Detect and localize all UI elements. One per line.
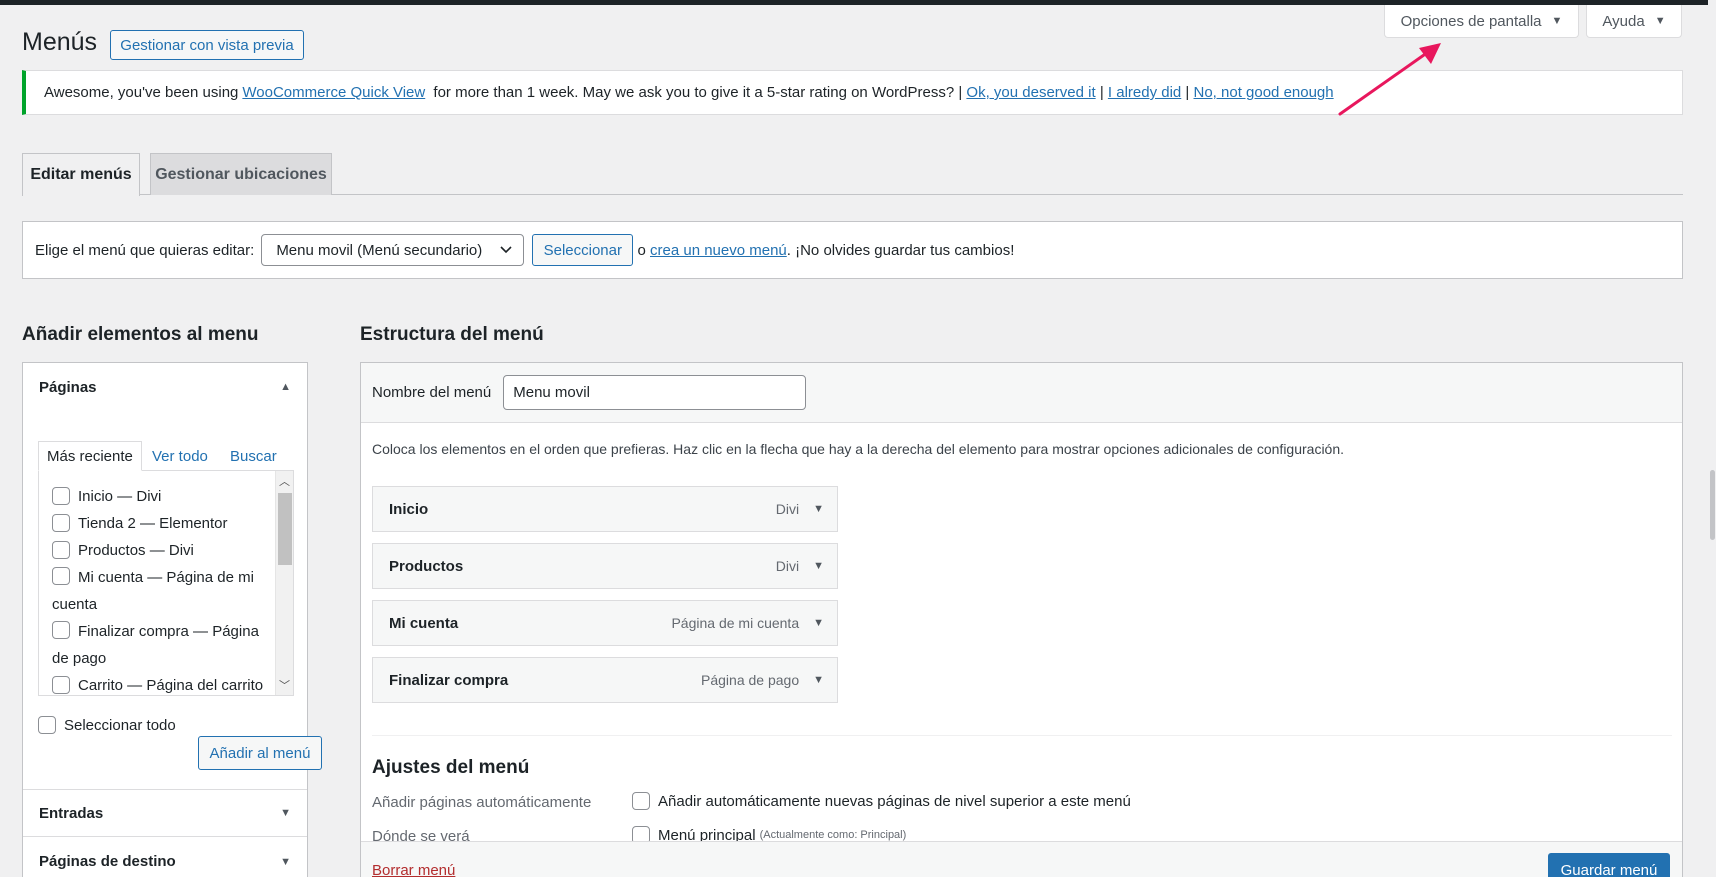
notice-text: for more than 1 week. May we ask you to … [429, 84, 967, 101]
posts-accordion-title: Entradas [39, 804, 104, 822]
add-items-panel: Páginas ▲ Más reciente Ver todo Buscar I… [22, 362, 322, 877]
help-button[interactable]: Ayuda ▼ [1586, 5, 1682, 38]
menu-structure-panel: Nombre del menú Menu movil Coloca los el… [360, 362, 1683, 877]
menu-name-label: Nombre del menú [372, 384, 492, 401]
list-item[interactable]: Inicio — Divi [39, 483, 293, 510]
subtab-recent[interactable]: Más reciente [38, 441, 142, 471]
notice-no-link[interactable]: No, not good enough [1194, 84, 1334, 101]
menu-instructions: Coloca los elementos en el orden que pre… [372, 441, 1345, 457]
select-all-label: Seleccionar todo [64, 716, 176, 734]
select-label: Elige el menú que quieras editar: [35, 241, 255, 259]
list-item[interactable]: Productos — Divi [39, 537, 293, 564]
menu-select[interactable]: Menu movil (Menú secundario) [261, 234, 525, 266]
notice-separator: | [1181, 84, 1194, 101]
tab-manage-locations[interactable]: Gestionar ubicaciones [150, 153, 332, 195]
menu-select-bar: Elige el menú que quieras editar: Menu m… [22, 221, 1683, 279]
notice-already-link[interactable]: I alredy did [1108, 84, 1181, 101]
screen-options-button[interactable]: Opciones de pantalla ▼ [1384, 5, 1579, 38]
notice-ok-link[interactable]: Ok, you deserved it [966, 84, 1095, 101]
add-items-heading: Añadir elementos al menu [22, 324, 259, 345]
auto-add-row[interactable]: Añadir automáticamente nuevas páginas de… [632, 792, 1131, 810]
auto-add-option: Añadir automáticamente nuevas páginas de… [658, 792, 1131, 810]
caret-down-icon: ▼ [1654, 15, 1666, 27]
menu-name-input[interactable]: Menu movil [503, 375, 807, 410]
caret-down-icon[interactable]: ▼ [813, 503, 824, 515]
list-item[interactable]: Mi cuenta — Página de mi cuenta [39, 564, 293, 618]
select-button[interactable]: Seleccionar [532, 234, 634, 266]
notice-separator: | [1095, 84, 1108, 101]
page-checkbox[interactable] [52, 676, 70, 694]
menu-select-value: Menu movil (Menú secundario) [276, 241, 483, 259]
landing-accordion-header[interactable]: Páginas de destino ▼ [23, 838, 307, 877]
subtab-search[interactable]: Buscar [230, 441, 277, 471]
nav-tabs: Editar menús Gestionar ubicaciones [22, 153, 1683, 196]
list-item[interactable]: Carrito — Página del carrito [39, 672, 293, 695]
add-to-menu-button[interactable]: Añadir al menú [198, 736, 322, 770]
menu-item[interactable]: Mi cuenta Página de mi cuenta ▼ [372, 600, 838, 646]
caret-up-icon[interactable]: ▲ [280, 381, 291, 393]
pages-accordion-title: Páginas [39, 378, 97, 396]
screen-options-label: Opciones de pantalla [1400, 12, 1542, 30]
select-text-or: o [633, 241, 650, 259]
landing-accordion-title: Páginas de destino [39, 853, 176, 870]
list-item[interactable]: Finalizar compra — Página de pago [39, 618, 293, 672]
delete-menu-link[interactable]: Borrar menú [372, 862, 455, 877]
select-all-row[interactable]: Seleccionar todo [38, 716, 176, 734]
menu-structure-heading: Estructura del menú [360, 324, 544, 345]
select-reminder: . ¡No olvides guardar tus cambios! [786, 241, 1015, 259]
caret-down-icon[interactable]: ▼ [280, 856, 291, 868]
page-checkbox[interactable] [52, 621, 70, 639]
caret-down-icon: ▼ [1551, 15, 1563, 27]
select-all-checkbox[interactable] [38, 716, 56, 734]
create-menu-link[interactable]: crea un nuevo menú [650, 242, 787, 259]
page-checkbox[interactable] [52, 567, 70, 585]
location-note: (Actualmente como: Principal) [759, 829, 907, 841]
menu-settings-heading: Ajustes del menú [372, 757, 530, 778]
subtab-all[interactable]: Ver todo [152, 441, 208, 471]
menu-item[interactable]: Productos Divi ▼ [372, 543, 838, 589]
manage-preview-button[interactable]: Gestionar con vista previa [110, 30, 304, 60]
chevron-down-icon [500, 246, 512, 254]
pages-checklist: Inicio — Divi Tienda 2 — Elementor Produ… [38, 470, 294, 696]
caret-down-icon[interactable]: ▼ [813, 674, 824, 686]
menu-item[interactable]: Finalizar compra Página de pago ▼ [372, 657, 838, 703]
list-item[interactable]: Tienda 2 — Elementor [39, 510, 293, 537]
auto-add-label: Añadir páginas automáticamente [372, 794, 592, 811]
help-label: Ayuda [1602, 12, 1645, 30]
page-title: Menús [22, 28, 98, 56]
caret-down-icon[interactable]: ▼ [813, 617, 824, 629]
divider [372, 735, 1672, 736]
posts-accordion-header[interactable]: Entradas ▼ [23, 789, 307, 837]
tab-edit-menus[interactable]: Editar menús [22, 153, 140, 196]
caret-down-icon[interactable]: ▼ [280, 807, 291, 819]
menu-footer: Borrar menú Guardar menú [361, 841, 1682, 877]
menu-item[interactable]: Inicio Divi ▼ [372, 486, 838, 532]
auto-add-checkbox[interactable] [632, 792, 650, 810]
page-checkbox[interactable] [52, 487, 70, 505]
pages-subtabs: Más reciente Ver todo Buscar [38, 441, 294, 471]
page-checkbox[interactable] [52, 541, 70, 559]
pages-accordion-header[interactable]: Páginas ▲ [23, 363, 307, 411]
page-scrollbar-thumb[interactable] [1710, 470, 1715, 540]
menu-name-row: Nombre del menú Menu movil [361, 363, 1682, 423]
notice-plugin-link[interactable]: WooCommerce Quick View [242, 84, 425, 101]
annotation-arrow-icon [1338, 43, 1441, 116]
scroll-up-icon[interactable]: ︿ [276, 473, 293, 489]
save-menu-button[interactable]: Guardar menú [1548, 853, 1670, 877]
page-scrollbar[interactable] [1708, 0, 1716, 877]
caret-down-icon[interactable]: ▼ [813, 560, 824, 572]
notice-text: Awesome, you've been using [44, 84, 239, 101]
scrollbar-thumb[interactable] [278, 493, 292, 565]
scroll-down-icon[interactable]: ﹀ [276, 677, 293, 693]
page-checkbox[interactable] [52, 514, 70, 532]
pages-scrollbar[interactable]: ︿ ﹀ [275, 471, 293, 695]
